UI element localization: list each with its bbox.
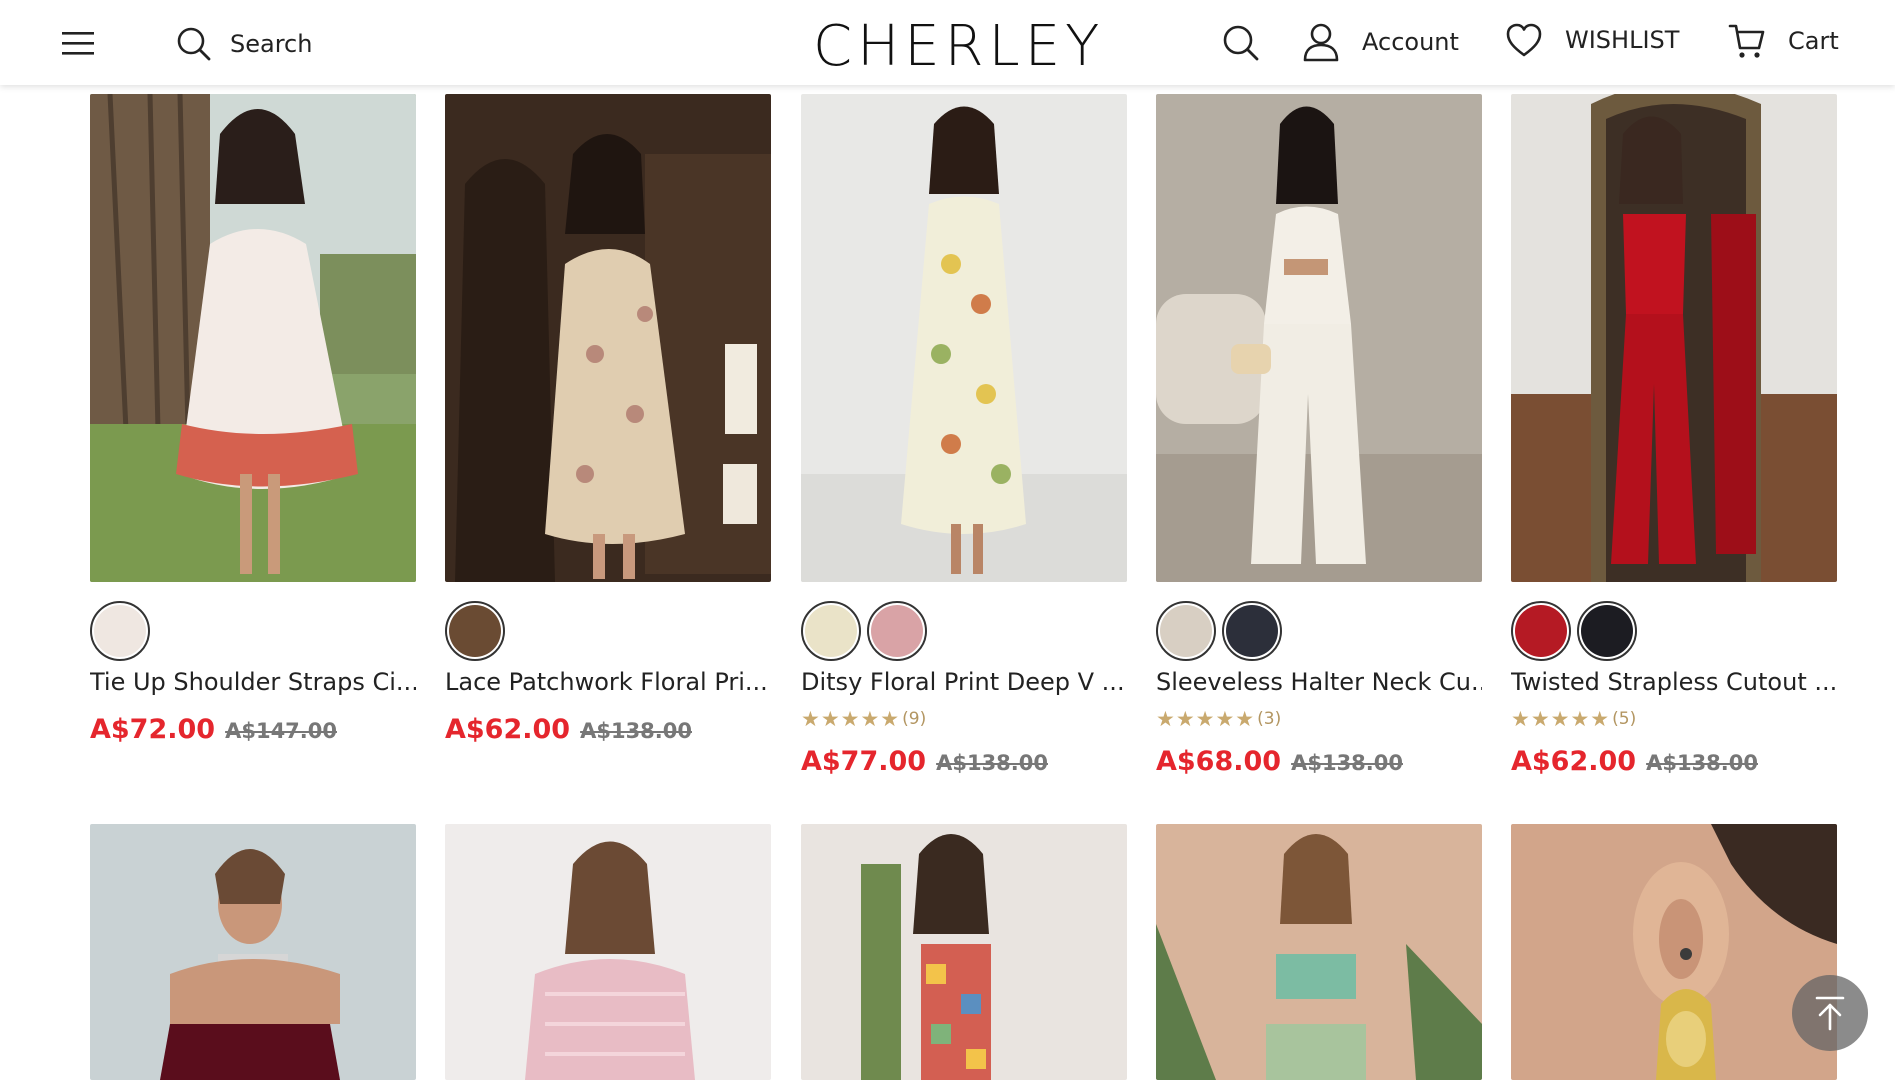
color-swatches (801, 601, 927, 661)
product-rating: ★★★★★ (9) (801, 707, 926, 731)
color-swatch[interactable] (801, 601, 861, 661)
product-title[interactable]: Tie Up Shoulder Straps Ci... (90, 668, 416, 696)
rating-stars: ★★★★★ (1156, 707, 1256, 731)
product-price: A$77.00 A$138.00 (801, 746, 1048, 777)
sale-price: A$62.00 (1511, 746, 1637, 777)
wishlist-label: WISHLIST (1565, 26, 1680, 54)
product-rating: ★★★★★ (5) (1511, 707, 1636, 731)
product-price: A$62.00 A$138.00 (445, 714, 692, 745)
original-price: A$138.00 (1646, 751, 1758, 775)
product-price: A$62.00 A$138.00 (1511, 746, 1758, 777)
product-image[interactable] (801, 824, 1127, 1080)
account-label: Account (1362, 28, 1459, 56)
color-swatch[interactable] (1222, 601, 1282, 661)
product-price: A$68.00 A$138.00 (1156, 746, 1403, 777)
product-title[interactable]: Sleeveless Halter Neck Cu... (1156, 668, 1482, 696)
search-icon (177, 27, 211, 61)
rating-count: (3) (1257, 709, 1282, 729)
product-image[interactable] (445, 94, 771, 582)
product-image[interactable] (1511, 94, 1837, 582)
sale-price: A$77.00 (801, 746, 927, 777)
original-price: A$138.00 (580, 719, 692, 743)
header-search-button[interactable] (1222, 24, 1260, 62)
menu-button[interactable] (60, 26, 96, 60)
cart-label: Cart (1788, 27, 1839, 55)
site-logo[interactable]: CHERLEY (813, 14, 1104, 79)
wishlist-link[interactable]: WISHLIST (1505, 22, 1679, 58)
color-swatch[interactable] (1511, 601, 1571, 661)
menu-icon (62, 32, 94, 55)
search-icon (1223, 25, 1259, 61)
search-label: Search (230, 30, 313, 58)
site-header: Search CHERLEY Account WISHLIST Cart (0, 0, 1895, 85)
product-image[interactable] (1156, 824, 1482, 1080)
sale-price: A$72.00 (90, 714, 216, 745)
arrow-up-icon (1815, 996, 1845, 1031)
product-title[interactable]: Lace Patchwork Floral Pri... (445, 668, 771, 696)
color-swatches (1511, 601, 1637, 661)
product-image[interactable] (445, 824, 771, 1080)
heart-icon (1506, 23, 1542, 57)
rating-stars: ★★★★★ (1511, 707, 1611, 731)
original-price: A$138.00 (1291, 751, 1403, 775)
original-price: A$147.00 (225, 719, 337, 743)
rating-stars: ★★★★★ (801, 707, 901, 731)
color-swatches (1156, 601, 1282, 661)
product-image[interactable] (90, 824, 416, 1080)
color-swatches (90, 601, 150, 661)
cart-icon (1728, 24, 1765, 58)
color-swatch[interactable] (90, 601, 150, 661)
color-swatch[interactable] (867, 601, 927, 661)
product-title[interactable]: Ditsy Floral Print Deep V ... (801, 668, 1127, 696)
color-swatch[interactable] (1156, 601, 1216, 661)
account-link[interactable]: Account (1302, 22, 1459, 62)
product-image[interactable] (90, 94, 416, 582)
product-image[interactable] (1156, 94, 1482, 582)
color-swatches (445, 601, 505, 661)
user-icon (1303, 23, 1339, 62)
product-image[interactable] (1511, 824, 1837, 1080)
sale-price: A$62.00 (445, 714, 571, 745)
color-swatch[interactable] (1577, 601, 1637, 661)
sale-price: A$68.00 (1156, 746, 1282, 777)
color-swatch[interactable] (445, 601, 505, 661)
rating-count: (9) (902, 709, 927, 729)
original-price: A$138.00 (936, 751, 1048, 775)
product-grid: Tie Up Shoulder Straps Ci... A$72.00 A$1… (0, 0, 1895, 1080)
product-image[interactable] (801, 94, 1127, 582)
rating-count: (5) (1612, 709, 1637, 729)
search-button[interactable]: Search (176, 24, 312, 64)
product-title[interactable]: Twisted Strapless Cutout ... (1511, 668, 1837, 696)
product-rating: ★★★★★ (3) (1156, 707, 1281, 731)
cart-link[interactable]: Cart (1728, 22, 1839, 60)
back-to-top-button[interactable] (1792, 975, 1868, 1051)
product-price: A$72.00 A$147.00 (90, 714, 337, 745)
